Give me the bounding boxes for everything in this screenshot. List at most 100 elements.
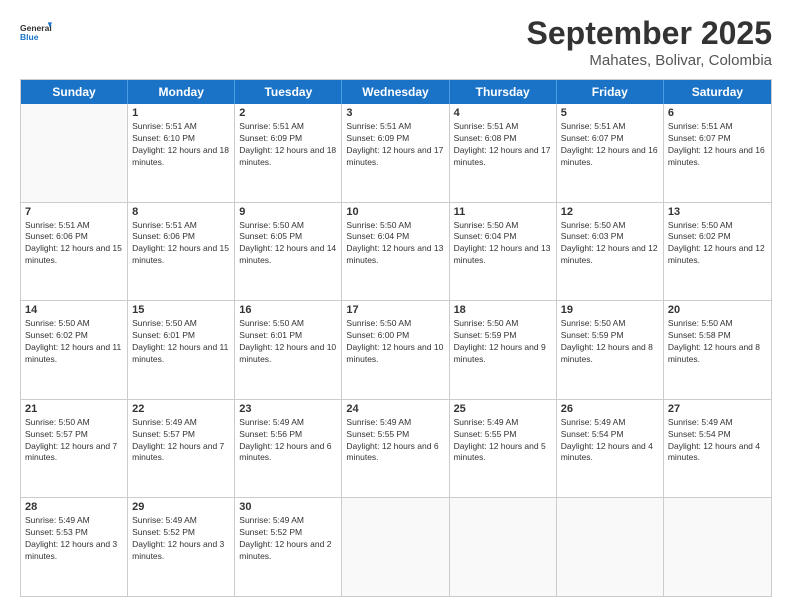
day-info: Sunrise: 5:50 AMSunset: 6:04 PMDaylight:… [454,220,552,268]
day-info: Sunrise: 5:49 AMSunset: 5:56 PMDaylight:… [239,417,337,465]
day-info: Sunrise: 5:50 AMSunset: 6:05 PMDaylight:… [239,220,337,268]
day-cell-10: 10 Sunrise: 5:50 AMSunset: 6:04 PMDayligh… [342,203,449,301]
day-cell-28: 28Sunrise: 5:49 AMSunset: 5:53 PMDayligh… [21,498,128,596]
day-cell-24: 24 Sunrise: 5:49 AMSunset: 5:55 PMDayligh… [342,400,449,498]
day-cell-3: 3 Sunrise: 5:51 AMSunset: 6:09 PMDaylight… [342,104,449,202]
day-info: Sunrise: 5:50 AMSunset: 6:01 PMDaylight:… [132,318,230,366]
day-number: 28 [25,501,123,513]
day-number: 24 [346,403,444,415]
day-info: Sunrise: 5:49 AMSunset: 5:54 PMDaylight:… [668,417,767,465]
empty-cell [450,498,557,596]
day-info: Sunrise: 5:50 AMSunset: 5:58 PMDaylight:… [668,318,767,366]
header-day-wednesday: Wednesday [342,80,449,104]
day-info: Sunrise: 5:51 AMSunset: 6:06 PMDaylight:… [25,220,123,268]
day-number: 25 [454,403,552,415]
day-cell-29: 29Sunrise: 5:49 AMSunset: 5:52 PMDayligh… [128,498,235,596]
day-cell-8: 8 Sunrise: 5:51 AMSunset: 6:06 PMDaylight… [128,203,235,301]
day-number: 5 [561,107,659,119]
day-info: Sunrise: 5:49 AMSunset: 5:52 PMDaylight:… [239,515,337,563]
day-cell-7: 7 Sunrise: 5:51 AMSunset: 6:06 PMDaylight… [21,203,128,301]
day-info: Sunrise: 5:51 AMSunset: 6:08 PMDaylight:… [454,121,552,169]
day-info: Sunrise: 5:51 AMSunset: 6:06 PMDaylight:… [132,220,230,268]
week-row-4: 21 Sunrise: 5:50 AMSunset: 5:57 PMDayligh… [21,400,771,499]
day-number: 10 [346,206,444,218]
day-info: Sunrise: 5:51 AMSunset: 6:09 PMDaylight:… [239,121,337,169]
day-cell-21: 21 Sunrise: 5:50 AMSunset: 5:57 PMDayligh… [21,400,128,498]
day-number: 6 [668,107,767,119]
day-cell-18: 18 Sunrise: 5:50 AMSunset: 5:59 PMDayligh… [450,301,557,399]
day-info: Sunrise: 5:50 AMSunset: 6:04 PMDaylight:… [346,220,444,268]
empty-cell [342,498,449,596]
day-number: 14 [25,304,123,316]
day-number: 20 [668,304,767,316]
day-number: 23 [239,403,337,415]
day-cell-16: 16 Sunrise: 5:50 AMSunset: 6:01 PMDayligh… [235,301,342,399]
day-info: Sunrise: 5:50 AMSunset: 5:57 PMDaylight:… [25,417,123,465]
header-day-friday: Friday [557,80,664,104]
location-subtitle: Mahates, Bolivar, Colombia [527,52,772,69]
day-cell-30: 30Sunrise: 5:49 AMSunset: 5:52 PMDayligh… [235,498,342,596]
empty-cell [21,104,128,202]
header-day-monday: Monday [128,80,235,104]
logo-svg: General Blue [20,15,52,51]
day-info: Sunrise: 5:51 AMSunset: 6:09 PMDaylight:… [346,121,444,169]
week-row-2: 7 Sunrise: 5:51 AMSunset: 6:06 PMDaylight… [21,203,771,302]
day-info: Sunrise: 5:51 AMSunset: 6:10 PMDaylight:… [132,121,230,169]
day-cell-15: 15 Sunrise: 5:50 AMSunset: 6:01 PMDayligh… [128,301,235,399]
header-day-tuesday: Tuesday [235,80,342,104]
day-cell-26: 26 Sunrise: 5:49 AMSunset: 5:54 PMDayligh… [557,400,664,498]
day-cell-20: 20 Sunrise: 5:50 AMSunset: 5:58 PMDayligh… [664,301,771,399]
day-info: Sunrise: 5:49 AMSunset: 5:54 PMDaylight:… [561,417,659,465]
day-cell-13: 13 Sunrise: 5:50 AMSunset: 6:02 PMDayligh… [664,203,771,301]
day-cell-14: 14 Sunrise: 5:50 AMSunset: 6:02 PMDayligh… [21,301,128,399]
week-row-1: 1Sunrise: 5:51 AMSunset: 6:10 PMDaylight… [21,104,771,203]
day-number: 26 [561,403,659,415]
empty-cell [664,498,771,596]
header: General Blue September 2025 Mahates, Bol… [20,15,772,69]
day-cell-9: 9Sunrise: 5:50 AMSunset: 6:05 PMDaylight… [235,203,342,301]
week-row-3: 14 Sunrise: 5:50 AMSunset: 6:02 PMDayligh… [21,301,771,400]
day-info: Sunrise: 5:49 AMSunset: 5:55 PMDaylight:… [454,417,552,465]
day-number: 17 [346,304,444,316]
header-day-sunday: Sunday [21,80,128,104]
day-number: 19 [561,304,659,316]
day-number: 7 [25,206,123,218]
day-number: 8 [132,206,230,218]
day-cell-5: 5Sunrise: 5:51 AMSunset: 6:07 PMDaylight… [557,104,664,202]
svg-text:General: General [20,23,52,33]
day-number: 3 [346,107,444,119]
day-cell-23: 23 Sunrise: 5:49 AMSunset: 5:56 PMDayligh… [235,400,342,498]
logo: General Blue [20,15,52,51]
empty-cell [557,498,664,596]
calendar-page: General Blue September 2025 Mahates, Bol… [0,0,792,612]
day-info: Sunrise: 5:50 AMSunset: 6:03 PMDaylight:… [561,220,659,268]
header-day-thursday: Thursday [450,80,557,104]
day-info: Sunrise: 5:50 AMSunset: 6:02 PMDaylight:… [668,220,767,268]
svg-text:Blue: Blue [20,32,39,42]
day-cell-19: 19 Sunrise: 5:50 AMSunset: 5:59 PMDayligh… [557,301,664,399]
day-info: Sunrise: 5:51 AMSunset: 6:07 PMDaylight:… [668,121,767,169]
day-cell-6: 6 Sunrise: 5:51 AMSunset: 6:07 PMDaylight… [664,104,771,202]
calendar: SundayMondayTuesdayWednesdayThursdayFrid… [20,79,772,597]
day-number: 13 [668,206,767,218]
day-info: Sunrise: 5:50 AMSunset: 5:59 PMDaylight:… [454,318,552,366]
day-number: 12 [561,206,659,218]
day-number: 18 [454,304,552,316]
day-info: Sunrise: 5:50 AMSunset: 5:59 PMDaylight:… [561,318,659,366]
week-row-5: 28Sunrise: 5:49 AMSunset: 5:53 PMDayligh… [21,498,771,596]
day-info: Sunrise: 5:49 AMSunset: 5:55 PMDaylight:… [346,417,444,465]
day-info: Sunrise: 5:50 AMSunset: 6:02 PMDaylight:… [25,318,123,366]
day-number: 4 [454,107,552,119]
day-info: Sunrise: 5:50 AMSunset: 6:01 PMDaylight:… [239,318,337,366]
month-title: September 2025 [527,15,772,52]
day-number: 27 [668,403,767,415]
day-number: 16 [239,304,337,316]
day-number: 21 [25,403,123,415]
calendar-header: SundayMondayTuesdayWednesdayThursdayFrid… [21,80,771,104]
day-cell-22: 22Sunrise: 5:49 AMSunset: 5:57 PMDayligh… [128,400,235,498]
day-number: 11 [454,206,552,218]
day-info: Sunrise: 5:49 AMSunset: 5:52 PMDaylight:… [132,515,230,563]
day-info: Sunrise: 5:50 AMSunset: 6:00 PMDaylight:… [346,318,444,366]
title-block: September 2025 Mahates, Bolivar, Colombi… [527,15,772,69]
day-number: 15 [132,304,230,316]
